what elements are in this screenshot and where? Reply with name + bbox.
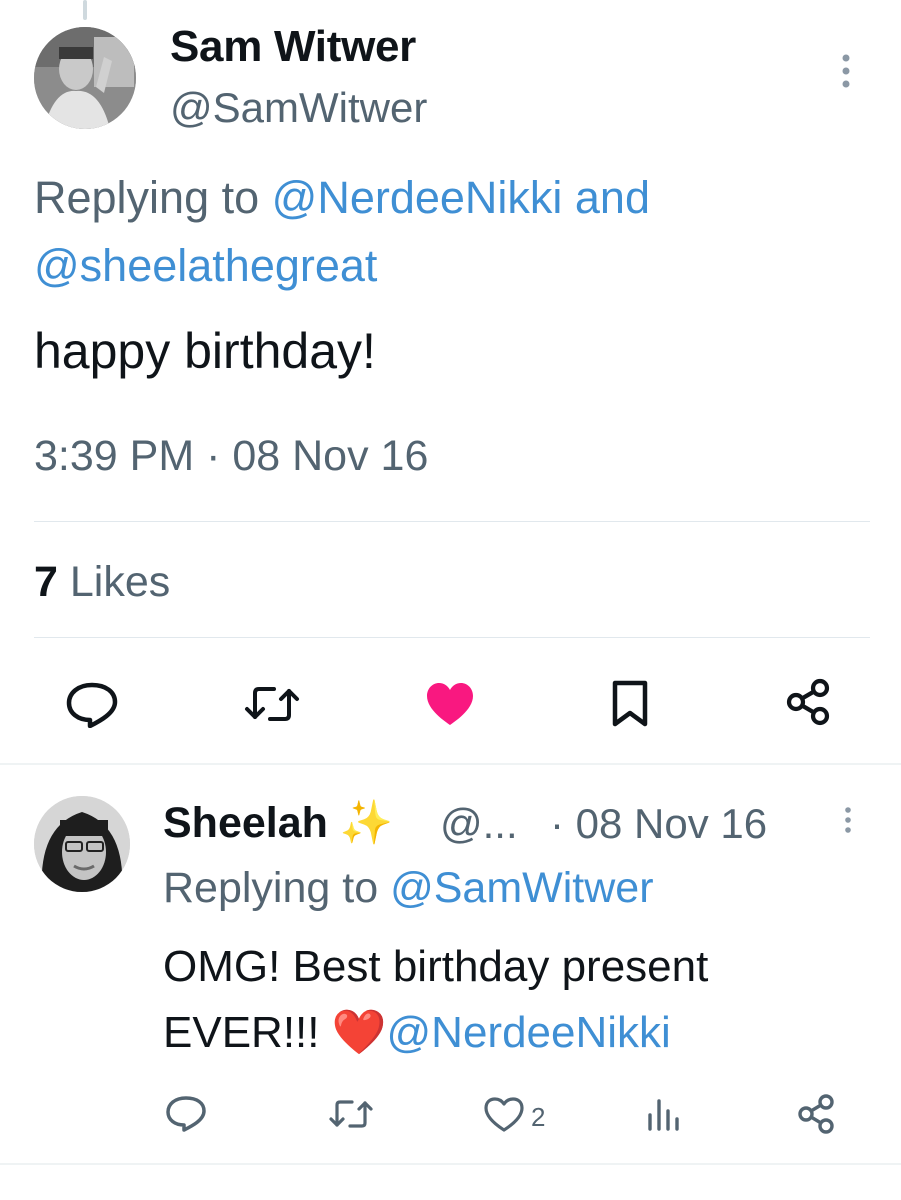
heart-outline-icon[interactable] [483, 1097, 525, 1138]
reply-text: OMG! Best birthday present EVER!!! ❤️@Ne… [163, 934, 863, 1066]
more-vertical-icon[interactable] [834, 52, 858, 92]
share-icon[interactable] [784, 677, 834, 732]
reply-author-handle[interactable]: @... [440, 800, 518, 848]
divider [34, 637, 870, 638]
reply-date[interactable]: · 08 Nov 16 [550, 800, 767, 848]
reply-icon[interactable] [164, 1094, 208, 1139]
thread-connector-line [83, 0, 87, 20]
views-chart-icon[interactable] [645, 1095, 681, 1138]
replying-to-label: Replying to [163, 864, 391, 912]
retweet-icon[interactable] [328, 1097, 374, 1136]
tweet-text: happy birthday! [34, 323, 376, 379]
reply-icon[interactable] [64, 680, 120, 733]
avatar[interactable] [34, 27, 136, 129]
mention-link[interactable]: @NerdeeNikki [272, 172, 563, 223]
mention-link[interactable]: @sheelathegreat [34, 240, 377, 291]
likes-label: Likes [57, 558, 171, 606]
reply-like-count: 2 [531, 1102, 546, 1132]
reply-text-line: OMG! Best birthday present [163, 942, 709, 991]
reply-author-name[interactable]: Sheelah ✨ [163, 798, 393, 848]
tweet-detail-page: Sam Witwer @SamWitwer Replying to @Nerde… [0, 0, 901, 1200]
replying-to-line: Replying to @NerdeeNikki and @sheelatheg… [34, 164, 854, 300]
divider [34, 521, 870, 522]
reply-text-line: EVER!!! ❤️ [163, 1008, 387, 1057]
replying-joiner[interactable]: and [562, 172, 650, 223]
likes-number: 7 [34, 558, 58, 606]
tweet-timestamp[interactable]: 3:39 PM · 08 Nov 16 [34, 432, 428, 481]
heart-filled-icon[interactable] [424, 681, 476, 732]
retweet-icon[interactable] [244, 683, 300, 730]
avatar[interactable] [34, 796, 130, 892]
author-handle[interactable]: @SamWitwer [170, 84, 427, 132]
tweet-separator [0, 763, 901, 765]
likes-count[interactable]: 7 Likes [34, 558, 170, 607]
author-name[interactable]: Sam Witwer [170, 22, 416, 72]
replying-to-line: Replying to @SamWitwer [163, 864, 654, 913]
mention-link[interactable]: @NerdeeNikki [387, 1008, 671, 1057]
more-vertical-icon[interactable] [838, 806, 858, 836]
mention-link[interactable]: @SamWitwer [390, 864, 653, 912]
replying-to-label: Replying to [34, 172, 272, 223]
tweet-separator [0, 1163, 901, 1165]
bookmark-icon[interactable] [609, 680, 651, 733]
share-icon[interactable] [796, 1093, 838, 1140]
